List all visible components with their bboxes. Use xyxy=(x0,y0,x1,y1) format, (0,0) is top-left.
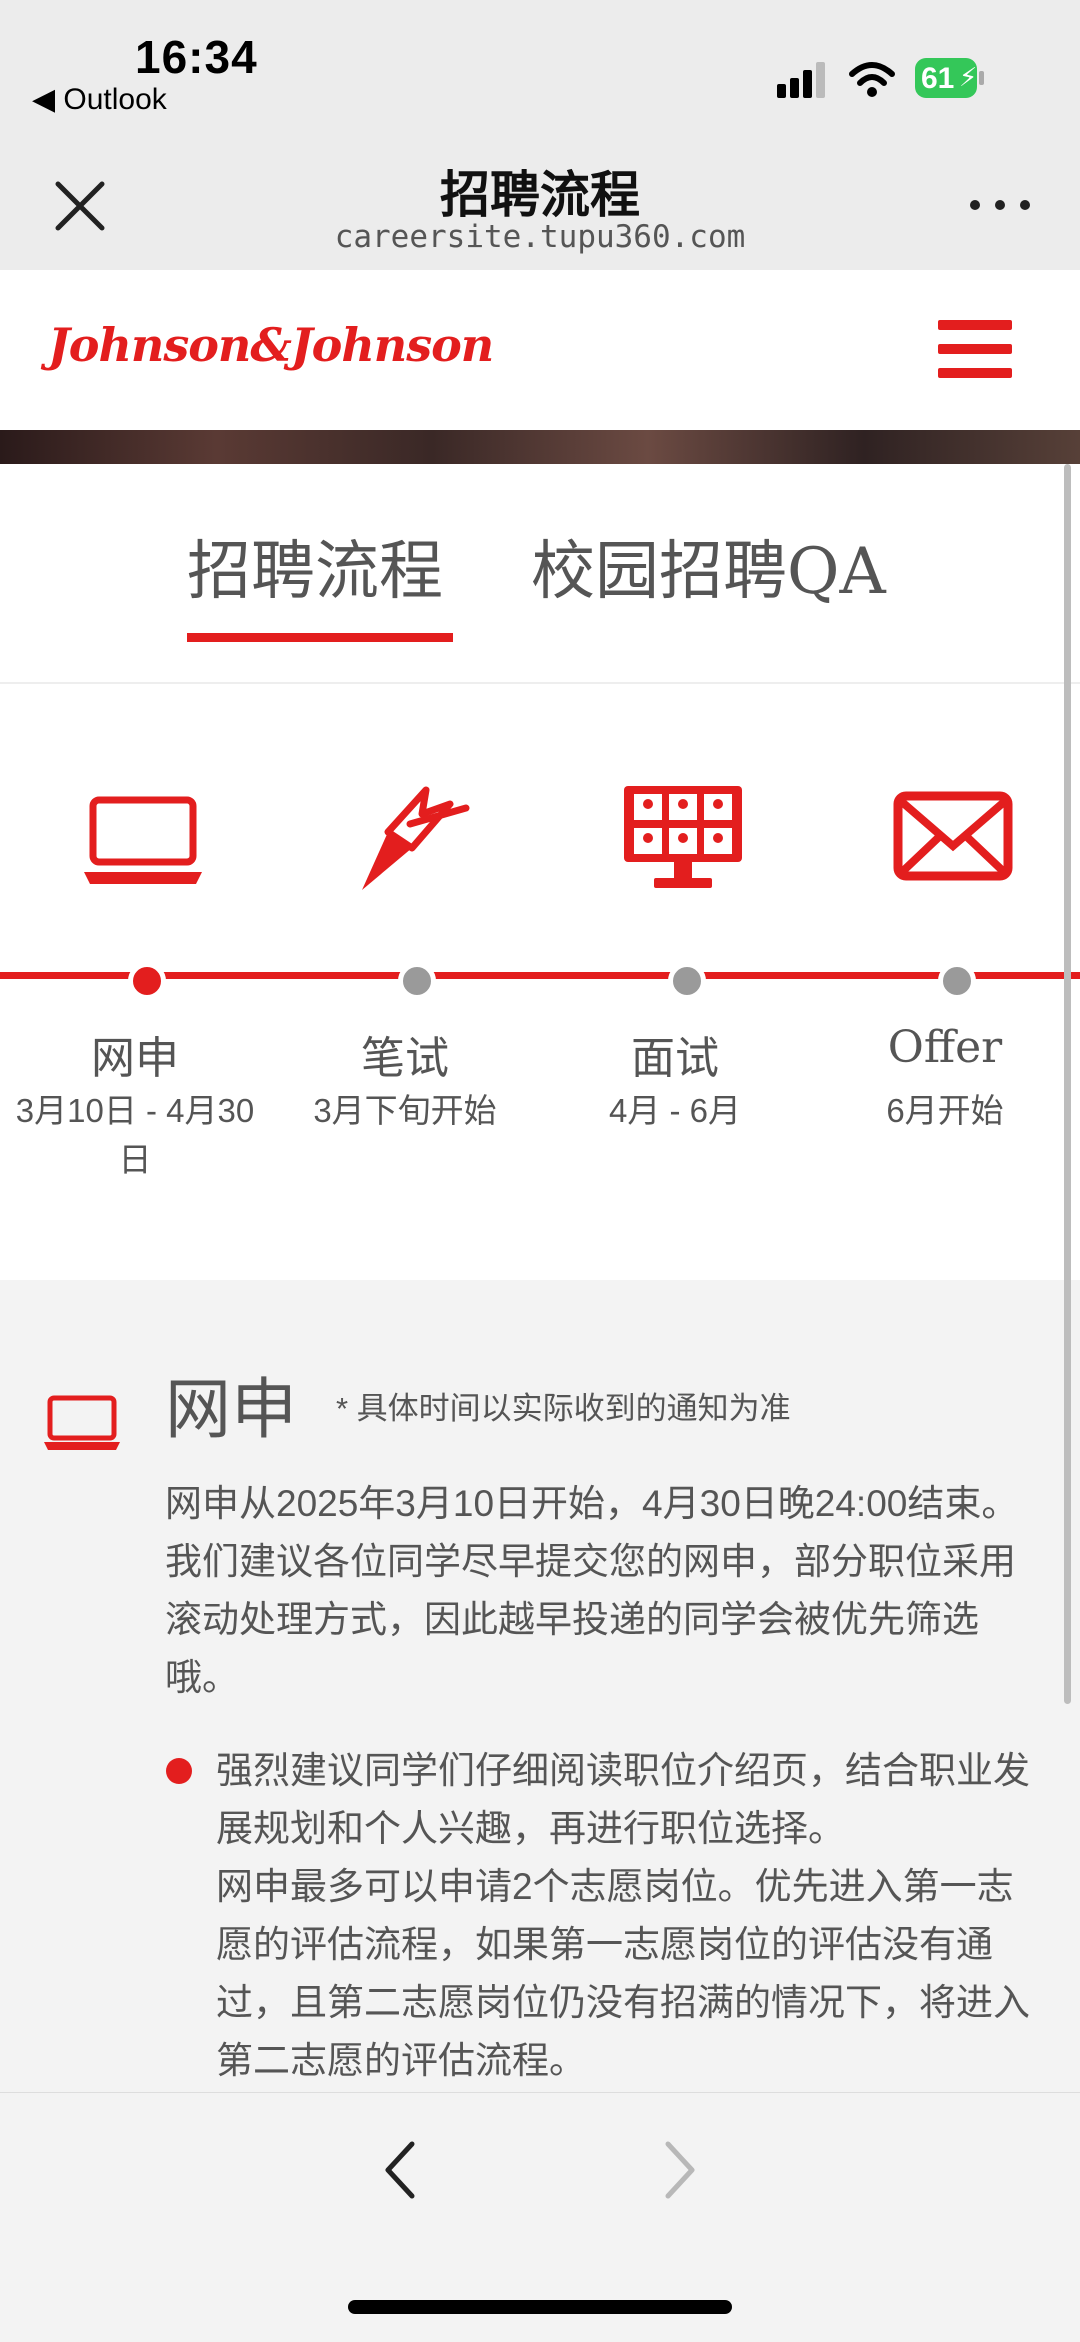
battery-indicator: 61 ⚡ xyxy=(915,58,987,98)
timeline-dot xyxy=(938,962,976,1000)
active-tab-indicator xyxy=(187,633,453,642)
page-title: 招聘流程 xyxy=(440,166,640,224)
video-interview-icon xyxy=(624,786,742,888)
home-indicator[interactable] xyxy=(348,2300,732,2314)
hamburger-menu-icon[interactable] xyxy=(936,318,1016,380)
bullet-text: 强烈建议同学们仔细阅读职位介绍页，结合职业发展规划和个人兴趣，再进行职位选择。 xyxy=(216,1750,1030,1849)
forward-arrow-icon[interactable] xyxy=(660,2138,700,2202)
detail-title: 网申 xyxy=(165,1371,297,1448)
laptop-icon xyxy=(84,796,202,884)
detail-note: * 具体时间以实际收到的通知为准 xyxy=(336,1391,791,1426)
step-date-interview: 4月 - 6月 xyxy=(608,1092,742,1129)
back-arrow-icon[interactable] xyxy=(380,2138,420,2202)
charging-icon: ⚡ xyxy=(959,62,978,92)
wifi-icon xyxy=(849,62,895,97)
detail-bullet-item: 强烈建议同学们仔细阅读职位介绍页，结合职业发展规划和个人兴趣，再进行职位选择。 … xyxy=(216,1742,1046,2090)
more-options-icon[interactable] xyxy=(965,190,1035,220)
step-date-written-test: 3月下旬开始 xyxy=(313,1092,497,1129)
hero-image xyxy=(0,430,1080,464)
laptop-icon xyxy=(44,1395,120,1450)
envelope-icon xyxy=(893,791,1013,881)
step-label-written-test[interactable]: 笔试 xyxy=(270,1022,540,1086)
tab-recruitment-process[interactable]: 招聘流程 xyxy=(187,520,443,612)
bullet-dot xyxy=(166,1758,192,1784)
page-url[interactable]: careersite.tupu360.com xyxy=(0,219,1080,255)
scrollbar[interactable] xyxy=(1064,464,1071,1704)
status-time: 16:34 xyxy=(135,31,258,83)
cellular-signal-icon xyxy=(777,62,825,98)
step-label-offer[interactable]: Offer xyxy=(810,1022,1080,1073)
step-date-online-application: 3月10日 - 4月30日 xyxy=(15,1092,255,1178)
step-label-interview[interactable]: 面试 xyxy=(540,1022,810,1086)
pen-icon xyxy=(362,786,470,890)
tab-campus-qa[interactable]: 校园招聘QA xyxy=(531,520,886,612)
back-to-app-link[interactable]: ◀ Outlook xyxy=(32,82,167,117)
step-label-online-application[interactable]: 网申 xyxy=(0,1022,270,1086)
step-date-offer: 6月开始 xyxy=(886,1092,1004,1129)
timeline-dot xyxy=(398,962,436,1000)
battery-level: 61 xyxy=(921,62,955,95)
brand-logo[interactable]: Johnson&Johnson xyxy=(48,318,494,372)
bullet-text-continued: 网申最多可以申请2个志愿岗位。优先进入第一志愿的评估流程，如果第一志愿岗位的评估… xyxy=(216,1866,1030,2081)
detail-body-text: 网申从2025年3月10日开始，4月30日晚24:00结束。我们建议各位同学尽早… xyxy=(165,1483,1019,1698)
timeline-dot xyxy=(668,962,706,1000)
timeline-dot-active xyxy=(128,962,166,1000)
